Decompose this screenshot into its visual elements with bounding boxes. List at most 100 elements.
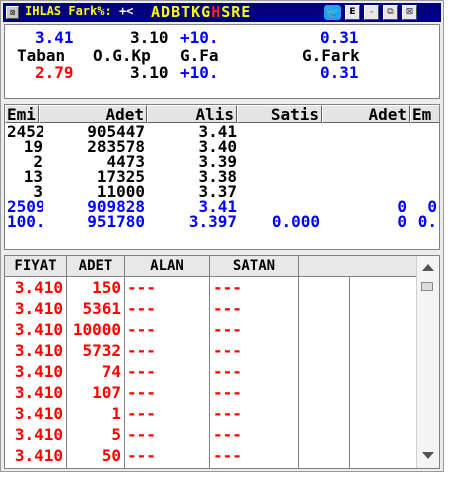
scroll-down-icon[interactable] xyxy=(422,452,434,459)
col-divider xyxy=(209,277,210,468)
trade-cell-fiyat: 3.410 xyxy=(14,425,63,444)
col-satis[interactable]: Satis xyxy=(237,105,322,123)
col-semir[interactable]: Em xyxy=(410,105,439,123)
col-empty xyxy=(299,256,419,277)
trade-cell-satan: --- xyxy=(213,404,242,423)
scroll-up-icon[interactable] xyxy=(422,264,434,271)
depth-cell-adet: 283578 xyxy=(87,139,145,154)
change-percent: +10. xyxy=(180,28,219,47)
depth-cell-alis: 3.37 xyxy=(198,184,237,199)
depth-cell-alis: 3.40 xyxy=(198,139,237,154)
gfark-value: 0.31 xyxy=(320,63,359,82)
title-bar[interactable]: ⊠ IHLAS Fark%: +< ADBTKGHSRE 🐦 E - ⧉ ⊠ xyxy=(3,3,441,22)
col-emir[interactable]: Emi xyxy=(5,105,39,123)
trade-cell-alan: --- xyxy=(127,341,156,360)
stock-window: ⊠ IHLAS Fark%: +< ADBTKGHSRE 🐦 E - ⧉ ⊠ 3… xyxy=(0,0,444,472)
trade-cell-adet: 1 xyxy=(111,404,121,423)
trade-cell-alan: --- xyxy=(127,446,156,465)
gfark-label: G.Fark xyxy=(302,46,360,65)
col-divider xyxy=(124,277,125,468)
vertical-scrollbar[interactable] xyxy=(416,256,439,468)
twitter-bird-icon[interactable]: 🐦 xyxy=(324,5,341,20)
trade-cell-satan: --- xyxy=(213,425,242,444)
depth-cell-emir: 3 xyxy=(33,184,43,199)
module-letter[interactable]: R xyxy=(231,3,241,21)
module-letter[interactable]: T xyxy=(181,3,191,21)
trade-cell-satan: --- xyxy=(213,320,242,339)
module-letter[interactable]: A xyxy=(151,3,161,21)
trade-cell-fiyat: 3.410 xyxy=(14,341,63,360)
trade-cell-alan: --- xyxy=(127,404,156,423)
col-adet[interactable]: Adet xyxy=(39,105,147,123)
gfa-label: G.Fa xyxy=(180,46,219,65)
gfa-value: +10. xyxy=(180,63,219,82)
trade-cell-satan: --- xyxy=(213,383,242,402)
col-divider xyxy=(298,277,299,468)
e-button[interactable]: E xyxy=(345,5,360,20)
trade-cell-satan: --- xyxy=(213,341,242,360)
trade-cell-fiyat: 3.410 xyxy=(14,278,63,297)
module-letter[interactable]: H xyxy=(211,3,221,21)
depth-cell-sadet: 0 xyxy=(397,214,407,229)
trade-cell-fiyat: 3.410 xyxy=(14,362,63,381)
depth-cell-alis: 3.39 xyxy=(198,154,237,169)
module-letter[interactable]: B xyxy=(171,3,181,21)
fark-value: 0.31 xyxy=(320,28,359,47)
module-letter[interactable]: S xyxy=(221,3,231,21)
minimize-button[interactable]: - xyxy=(364,5,379,20)
trade-cell-alan: --- xyxy=(127,362,156,381)
depth-cell-emir: 2509 xyxy=(7,199,43,214)
depth-cell-adet: 17325 xyxy=(96,169,145,184)
trade-cell-alan: --- xyxy=(127,425,156,444)
depth-cell-emir: 19 xyxy=(23,139,43,154)
close-box-icon[interactable]: ⊠ xyxy=(6,6,19,19)
col-satan[interactable]: SATAN xyxy=(210,256,299,277)
col-divider xyxy=(66,277,67,468)
trend-marker: +< xyxy=(118,4,134,18)
module-letter[interactable]: E xyxy=(241,3,251,21)
module-letter[interactable]: K xyxy=(191,3,201,21)
col-trade-adet[interactable]: ADET xyxy=(67,256,125,277)
trade-cell-fiyat: 3.410 xyxy=(14,320,63,339)
depth-cell-emir: 100. xyxy=(7,214,43,229)
trades-table: FIYAT ADET ALAN SATAN 3.410 150 --- --- 3.41… xyxy=(4,255,440,469)
trade-cell-adet: 5732 xyxy=(82,341,121,360)
depth-cell-semir: 0. xyxy=(417,214,437,229)
depth-cell-adet: 905447 xyxy=(87,124,145,139)
module-letters: ADBTKGHSRE xyxy=(151,3,251,21)
trade-cell-fiyat: 3.410 xyxy=(14,299,63,318)
trade-cell-adet: 50 xyxy=(101,446,121,465)
trade-cell-satan: --- xyxy=(213,446,242,465)
trade-cell-satan: --- xyxy=(213,362,242,381)
module-letter[interactable]: D xyxy=(161,3,171,21)
trade-cell-alan: --- xyxy=(127,320,156,339)
trade-cell-satan: --- xyxy=(213,299,242,318)
col-sadet[interactable]: Adet xyxy=(322,105,410,123)
depth-cell-alis: 3.41 xyxy=(198,124,237,139)
depth-cell-alis: 3.397 xyxy=(188,214,237,229)
trade-cell-satan: --- xyxy=(213,278,242,297)
trade-cell-adet: 150 xyxy=(92,278,121,297)
restore-button[interactable]: ⧉ xyxy=(383,5,398,20)
trade-cell-adet: 74 xyxy=(101,362,121,381)
price-summary: 3.41 3.10 +10. 0.31 Taban O.G.Kp G.Fa G.… xyxy=(4,24,440,99)
scroll-thumb[interactable] xyxy=(421,282,433,291)
trade-cell-adet: 5 xyxy=(111,425,121,444)
depth-cell-satis: 0.000 xyxy=(271,214,320,229)
depth-cell-sadet: 0 xyxy=(397,199,407,214)
depth-header: Emi Adet Alis Satis Adet Em xyxy=(5,105,439,123)
trade-cell-fiyat: 3.410 xyxy=(14,446,63,465)
depth-cell-emir: 13 xyxy=(23,169,43,184)
depth-cell-adet: 909828 xyxy=(87,199,145,214)
close-button[interactable]: ⊠ xyxy=(402,5,417,20)
module-letter[interactable]: G xyxy=(201,3,211,21)
depth-cell-alis: 3.41 xyxy=(198,199,237,214)
col-alis[interactable]: Alis xyxy=(147,105,237,123)
col-divider xyxy=(349,277,350,468)
col-alan[interactable]: ALAN xyxy=(125,256,210,277)
trade-cell-adet: 10000 xyxy=(72,320,121,339)
col-fiyat[interactable]: FIYAT xyxy=(5,256,67,277)
ogkp-label: O.G.Kp xyxy=(93,46,151,65)
depth-cell-adet: 951780 xyxy=(87,214,145,229)
trade-cell-alan: --- xyxy=(127,299,156,318)
